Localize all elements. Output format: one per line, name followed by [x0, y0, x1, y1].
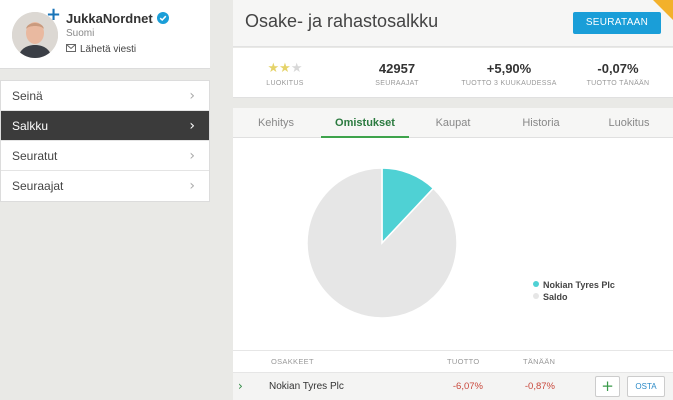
legend-swatch	[533, 293, 539, 299]
chart-legend: Nokian Tyres Plc Saldo	[533, 279, 615, 303]
tab-omistukset[interactable]: Omistukset	[321, 108, 409, 138]
chevron-right-icon: ›	[189, 118, 195, 134]
stat-label: SEURAAJAT	[375, 80, 419, 87]
holding-name[interactable]: Nokian Tyres Plc	[269, 381, 344, 392]
star-icon: ★	[279, 61, 291, 76]
tab-luokitus[interactable]: Luokitus	[585, 108, 673, 138]
legend-swatch	[533, 281, 539, 287]
menu-item-label: Seuraajat	[12, 179, 64, 193]
stat-label: LUOKITUS	[266, 80, 304, 87]
profile-username[interactable]: JukkaNordnet	[66, 11, 169, 26]
expand-chevron-icon[interactable]: ›	[238, 379, 243, 393]
rating-stars: ★★★	[235, 61, 335, 77]
page-header: Osake- ja rahastosalkku SEURATAAN	[233, 0, 673, 47]
portfolio-content: Kehitys Omistukset Kaupat Historia Luoki…	[233, 108, 673, 400]
follow-button[interactable]: SEURATAAN	[573, 12, 661, 34]
pie-slice-saldo[interactable]	[306, 167, 458, 319]
stats-bar: ★★★ LUOKITUS 42957 SEURAAJAT +5,90% TUOT…	[233, 48, 673, 98]
chevron-right-icon: ›	[189, 88, 195, 104]
holding-return: -6,07%	[452, 381, 483, 392]
stat-rating: ★★★ LUOKITUS	[235, 48, 335, 87]
send-message-link[interactable]: Lähetä viesti	[66, 44, 136, 55]
profile-country: Suomi	[66, 28, 95, 39]
legend-label: Saldo	[543, 292, 568, 302]
legend-item: Nokian Tyres Plc	[533, 279, 615, 291]
col-today: TÄNÄÄN	[523, 357, 556, 366]
side-menu: Seinä › Salkku › Seuratut › Seuraajat ›	[0, 80, 210, 202]
col-holdings: OSAKKEET	[271, 357, 314, 366]
menu-item-seuraajat[interactable]: Seuraajat ›	[1, 171, 209, 201]
follow-plus-icon[interactable]: +	[46, 6, 61, 24]
chevron-right-icon: ›	[189, 148, 195, 164]
menu-item-label: Seuratut	[12, 149, 58, 163]
stat-value: +5,90%	[486, 61, 532, 76]
star-icon: ★	[290, 61, 303, 76]
menu-item-label: Salkku	[12, 119, 49, 133]
tab-kehitys[interactable]: Kehitys	[233, 108, 319, 138]
table-row[interactable]: › Nokian Tyres Plc -6,07% -0,87% + OSTA	[233, 372, 673, 400]
corner-ribbon	[653, 0, 673, 20]
legend-label: Nokian Tyres Plc	[543, 280, 615, 290]
chevron-right-icon: ›	[189, 178, 195, 194]
star-icon: ★	[267, 61, 280, 76]
menu-item-label: Seinä	[12, 89, 43, 103]
menu-item-seuratut[interactable]: Seuratut ›	[1, 141, 209, 171]
col-return: TUOTTO	[447, 357, 480, 366]
tab-historia[interactable]: Historia	[497, 108, 585, 138]
holding-today: -0,87%	[524, 381, 555, 392]
page-title: Osake- ja rahastosalkku	[245, 11, 439, 31]
holdings-chart: Nokian Tyres Plc Saldo	[233, 139, 673, 349]
stat-value: -0,07%	[597, 61, 639, 76]
envelope-icon	[66, 44, 76, 52]
menu-item-salkku[interactable]: Salkku ›	[1, 111, 209, 141]
profile-card: + JukkaNordnet Suomi Lähetä viesti	[0, 0, 210, 69]
tab-bar: Kehitys Omistukset Kaupat Historia Luoki…	[233, 108, 673, 138]
buy-button[interactable]: OSTA	[627, 376, 665, 397]
pie-chart	[306, 167, 458, 319]
verified-icon	[156, 12, 169, 24]
stat-followers: 42957 SEURAAJAT	[347, 48, 447, 87]
legend-item: Saldo	[533, 291, 615, 303]
menu-item-seina[interactable]: Seinä ›	[1, 81, 209, 111]
stat-label: TUOTTO 3 KUUKAUDESSA	[461, 80, 557, 87]
stat-return-today: -0,07% TUOTTO TÄNÄÄN	[568, 48, 668, 87]
stat-return-3m: +5,90% TUOTTO 3 KUUKAUDESSA	[459, 48, 559, 87]
table-header: OSAKKEET TUOTTO TÄNÄÄN	[233, 350, 673, 372]
tab-kaupat[interactable]: Kaupat	[409, 108, 497, 138]
stat-label: TUOTTO TÄNÄÄN	[586, 80, 650, 87]
stat-value: 42957	[378, 61, 416, 76]
add-icon[interactable]: +	[595, 376, 620, 397]
